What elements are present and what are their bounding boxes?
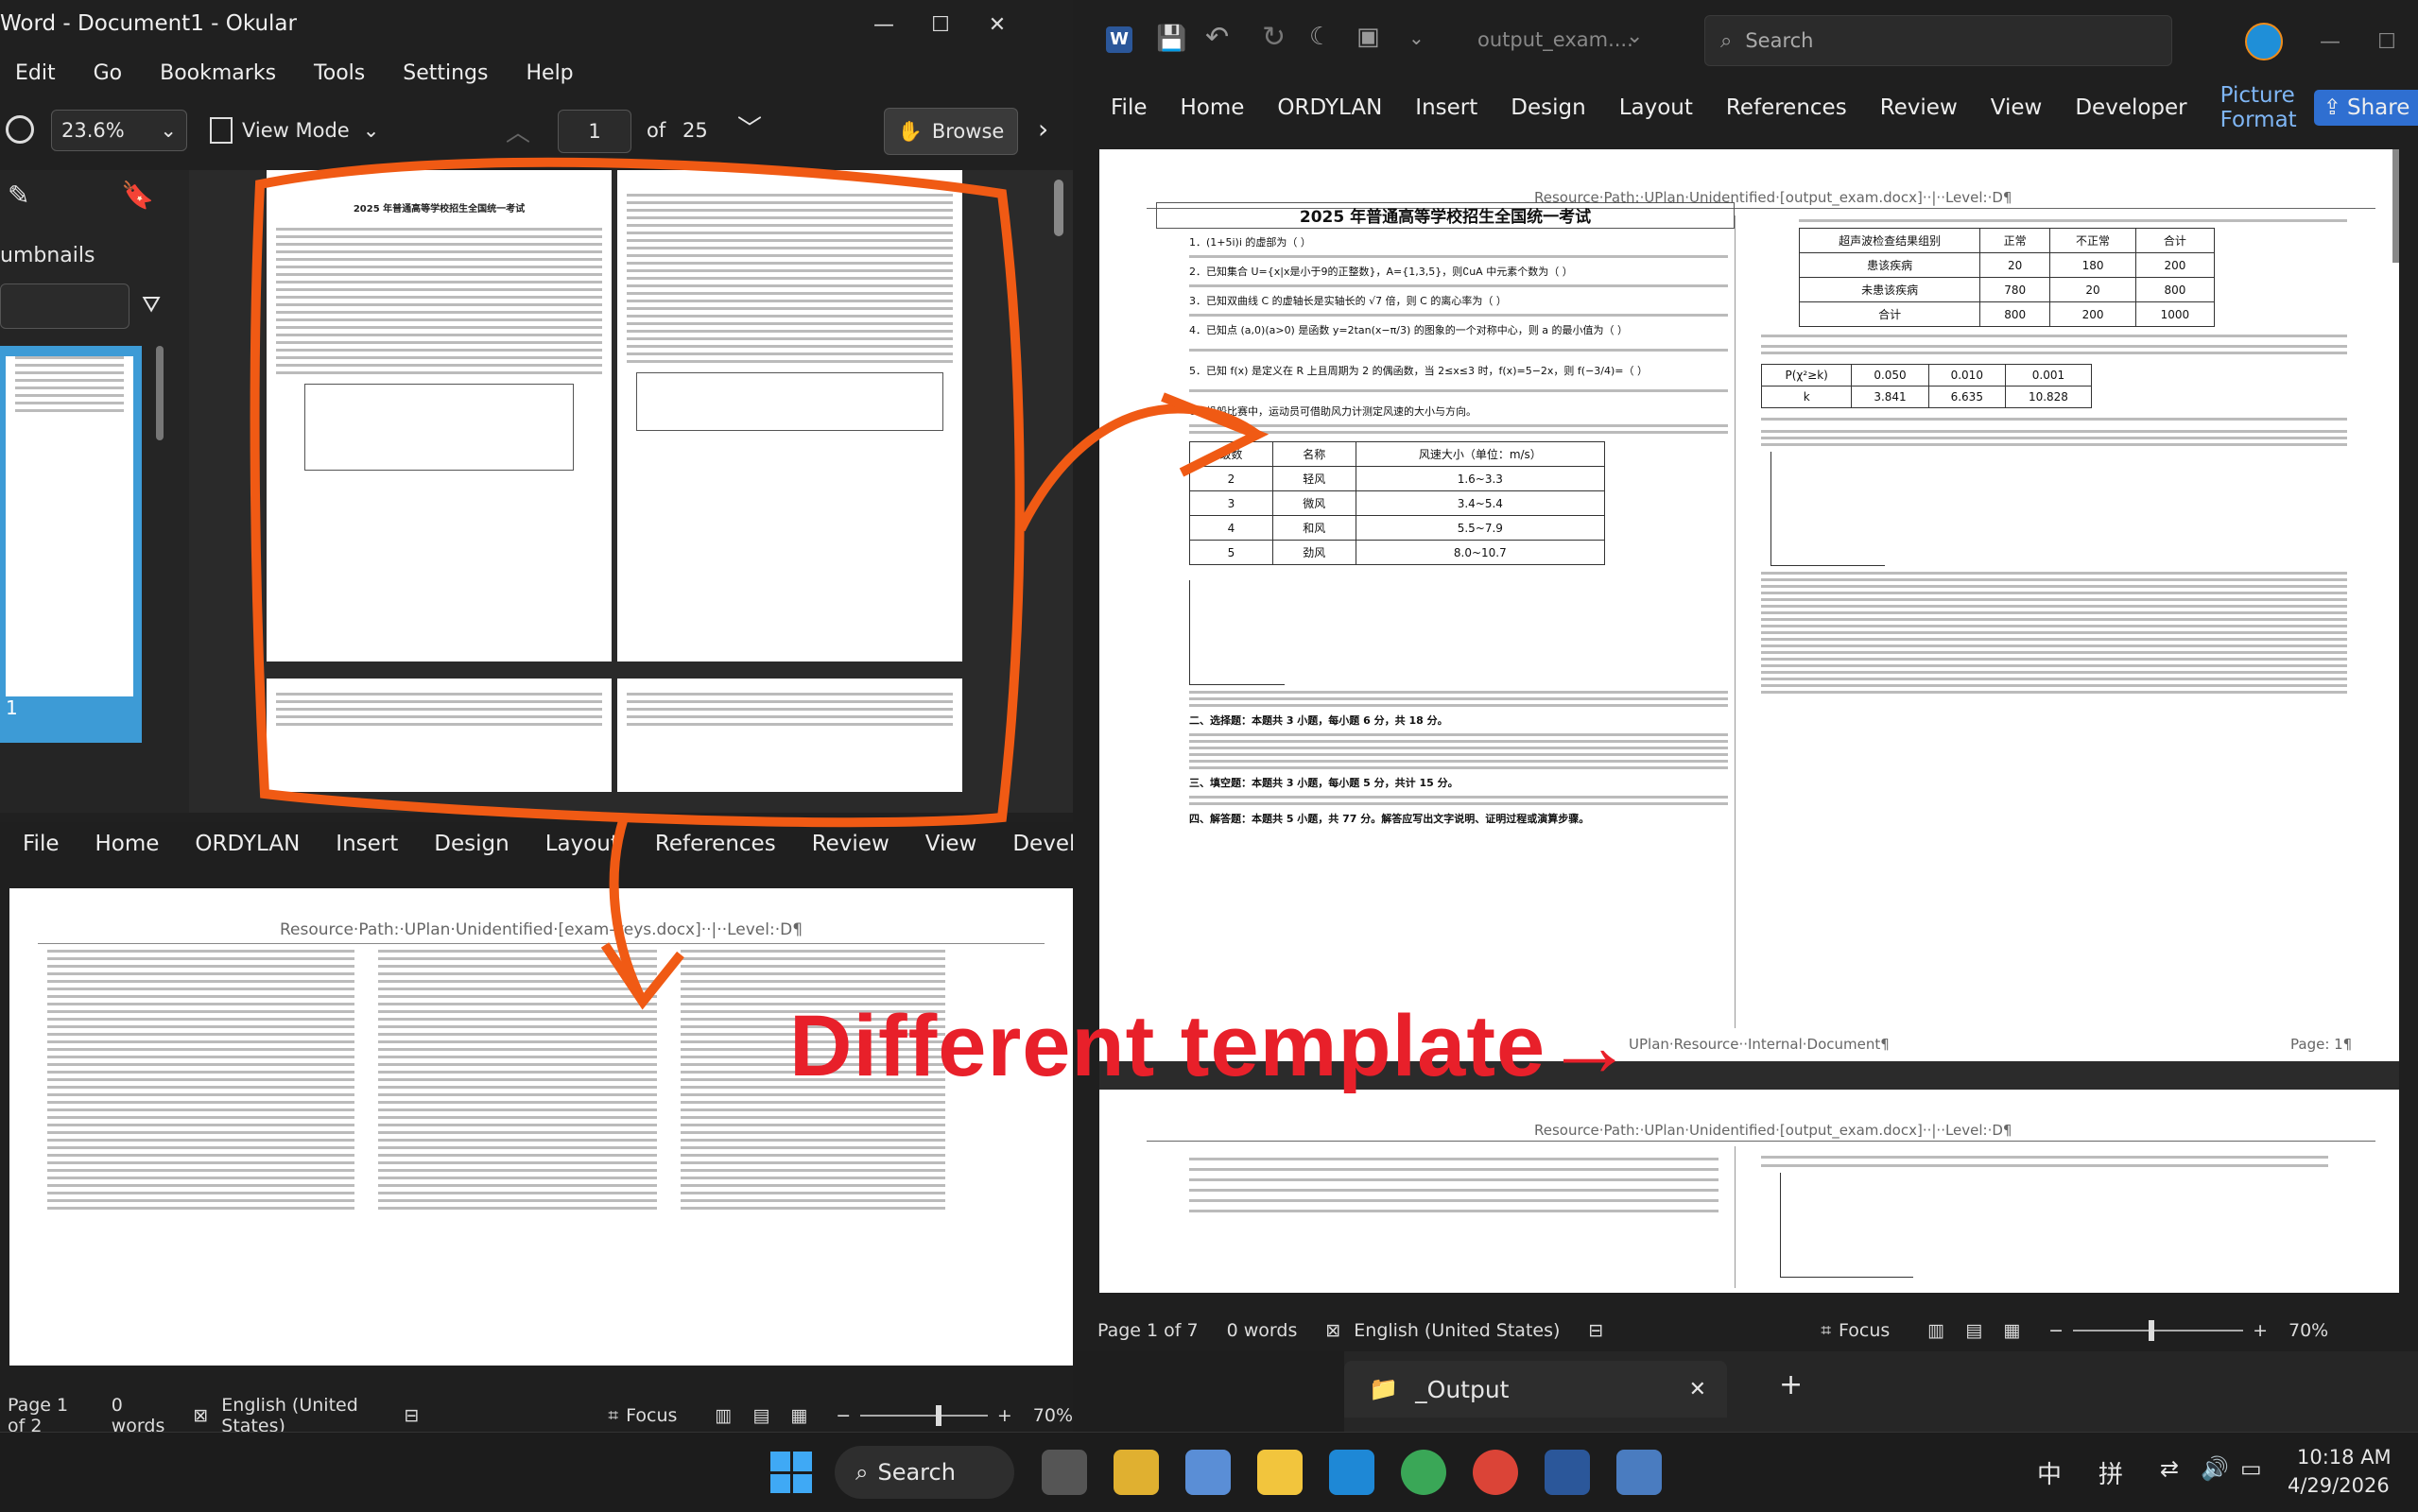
annotation-arrowhead-down	[600, 942, 684, 1010]
annotation-circle	[250, 157, 1025, 828]
annotation-arrow-right	[1016, 404, 1260, 532]
annotation-label: Different template→	[789, 998, 1634, 1094]
annotation-overlay	[250, 157, 1269, 1010]
